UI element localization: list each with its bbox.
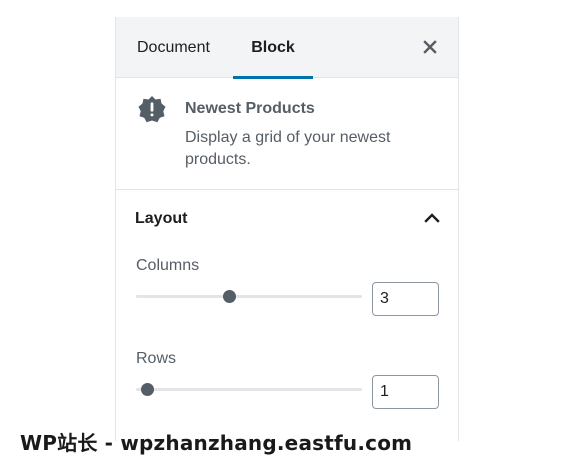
- columns-number-input[interactable]: [372, 282, 439, 316]
- rows-label: Rows: [136, 350, 177, 367]
- block-settings-sidebar: Document Block Newest Products Display a…: [115, 17, 459, 441]
- block-name: Newest Products: [185, 100, 315, 117]
- rows-number-input[interactable]: [372, 375, 439, 409]
- rows-slider-track: [136, 388, 362, 391]
- columns-label: Columns: [136, 257, 200, 274]
- columns-slider-track: [136, 295, 362, 298]
- rows-slider-thumb[interactable]: [141, 383, 154, 396]
- close-button[interactable]: [420, 37, 440, 57]
- layout-panel-title: Layout: [135, 210, 188, 227]
- alert-badge-icon: [138, 96, 166, 123]
- chevron-up-icon: [424, 213, 440, 223]
- rows-slider[interactable]: [136, 382, 362, 398]
- tab-block[interactable]: Block: [233, 17, 313, 79]
- block-card: Newest Products Display a grid of your n…: [116, 78, 458, 190]
- layout-panel: Layout Columns Rows: [116, 190, 458, 440]
- close-icon: [423, 40, 437, 54]
- watermark-text: WP站长 - wpzhanzhang.eastfu.com: [20, 431, 413, 455]
- sidebar-tabs: Document Block: [116, 17, 458, 79]
- block-description: Display a grid of your newest products.: [185, 129, 391, 168]
- layout-panel-toggle[interactable]: Layout: [116, 190, 458, 248]
- columns-slider[interactable]: [136, 289, 362, 305]
- columns-slider-thumb[interactable]: [222, 290, 236, 303]
- tab-document[interactable]: Document: [137, 17, 210, 78]
